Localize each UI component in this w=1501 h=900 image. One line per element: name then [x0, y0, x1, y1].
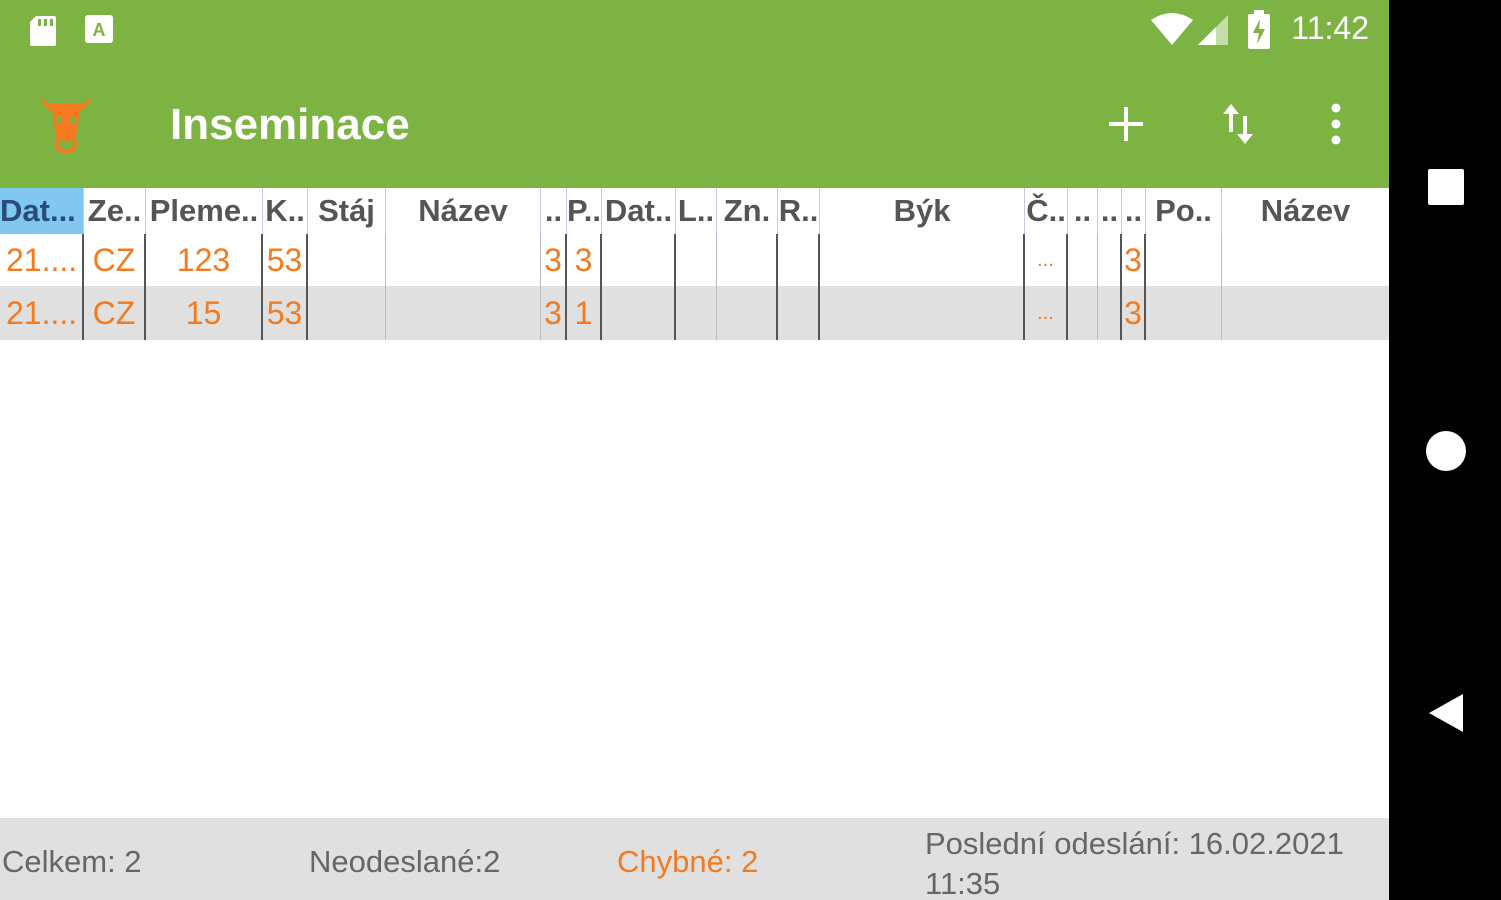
table-cell [1098, 234, 1122, 286]
table-cell: 15 [146, 286, 263, 340]
header-cell[interactable]: .. [541, 188, 567, 234]
recents-button[interactable] [1419, 160, 1473, 214]
table-cell: 3 [541, 234, 567, 286]
svg-text:A: A [93, 20, 106, 40]
table-cell: CZ [84, 286, 146, 340]
recents-square-icon [1428, 169, 1464, 205]
unsent-count: Neodeslané:2 [309, 844, 501, 879]
table-cell [386, 234, 541, 286]
header-cell[interactable]: K.. [263, 188, 308, 234]
header-cell[interactable]: .. [1068, 188, 1098, 234]
table-cell: 1 [567, 286, 602, 340]
page-title: Inseminace [170, 100, 410, 149]
summary-footer: Celkem: 2 Neodeslané:2 Chybné: 2 Posledn… [0, 818, 1389, 900]
table-cell [1146, 234, 1222, 286]
home-button[interactable] [1419, 424, 1473, 478]
table-cell: 3 [1122, 286, 1146, 340]
table-cell: 21.... [0, 234, 84, 286]
last-sent-time: 11:35 [925, 866, 1001, 900]
status-bar: A 11:42 [0, 0, 1389, 62]
table-cell [1068, 286, 1098, 340]
table-cell [1146, 286, 1222, 340]
header-cell[interactable]: L.. [676, 188, 717, 234]
a-notification-icon: A [84, 14, 114, 49]
table-cell [1068, 234, 1098, 286]
header-cell[interactable]: .. [1122, 188, 1146, 234]
header-cell[interactable]: Č.. [1025, 188, 1068, 234]
table-cell [717, 286, 778, 340]
add-icon [1109, 107, 1143, 141]
table-cell: CZ [84, 234, 146, 286]
table-cell [308, 234, 386, 286]
app-bar: Inseminace [0, 62, 1389, 188]
table-cell [1098, 286, 1122, 340]
header-cell[interactable]: Býk [820, 188, 1025, 234]
table-cell: 3 [1122, 234, 1146, 286]
table-cell: 53 [263, 286, 308, 340]
header-cell[interactable]: Zn. [717, 188, 778, 234]
table-cell: 3 [541, 286, 567, 340]
table-cell [602, 286, 676, 340]
signal-icon [1196, 14, 1230, 51]
header-cell[interactable]: Pleme.. [146, 188, 263, 234]
more-options-button[interactable] [1308, 92, 1364, 156]
table-cell: ... [1025, 234, 1068, 286]
table-cell [676, 234, 717, 286]
more-vert-icon [1331, 103, 1341, 145]
table-cell [820, 286, 1025, 340]
sort-button[interactable] [1210, 92, 1266, 156]
status-time: 11:42 [1291, 10, 1369, 46]
header-cell[interactable]: Dat... [0, 188, 84, 234]
header-cell[interactable]: Stáj [308, 188, 386, 234]
table-cell [778, 234, 820, 286]
wifi-icon [1150, 12, 1194, 51]
app-screen: A 11:42 Inseminace Dat... Ze.. Pleme.. K… [0, 0, 1389, 900]
header-cell[interactable]: Název [386, 188, 541, 234]
add-button[interactable] [1098, 92, 1154, 156]
header-cell[interactable]: Název [1222, 188, 1389, 234]
table-cell [1222, 234, 1389, 286]
header-cell[interactable]: Dat.. [602, 188, 676, 234]
data-table: Dat... Ze.. Pleme.. K.. Stáj Název .. P.… [0, 188, 1389, 340]
header-cell[interactable]: .. [1098, 188, 1122, 234]
table-cell: 21.... [0, 286, 84, 340]
table-cell [1222, 286, 1389, 340]
back-triangle-icon [1429, 694, 1463, 732]
bull-head-icon [36, 92, 96, 156]
battery-charging-icon [1246, 10, 1272, 55]
table-cell [820, 234, 1025, 286]
back-button[interactable] [1419, 686, 1473, 740]
sd-card-icon [28, 14, 58, 51]
table-cell [308, 286, 386, 340]
table-cell: 123 [146, 234, 263, 286]
home-circle-icon [1426, 431, 1466, 471]
navigation-bar [1389, 0, 1501, 900]
header-cell[interactable]: P.. [567, 188, 602, 234]
table-cell [778, 286, 820, 340]
header-cell[interactable]: Po.. [1146, 188, 1222, 234]
table-cell [386, 286, 541, 340]
table-cell [676, 286, 717, 340]
table-row[interactable]: 21.... CZ 15 53 3 1 ... 3 [0, 286, 1389, 340]
total-count: Celkem: 2 [2, 844, 142, 879]
last-sent-date: Poslední odeslání: 16.02.2021 [925, 826, 1344, 861]
table-cell [602, 234, 676, 286]
header-cell[interactable]: R.. [778, 188, 820, 234]
table-row[interactable]: 21.... CZ 123 53 3 3 ... 3 [0, 234, 1389, 286]
sort-icon [1223, 104, 1253, 144]
error-count[interactable]: Chybné: 2 [617, 844, 758, 880]
table-cell [717, 234, 778, 286]
table-cell: 3 [567, 234, 602, 286]
table-cell: ... [1025, 286, 1068, 340]
header-cell[interactable]: Ze.. [84, 188, 146, 234]
table-cell: 53 [263, 234, 308, 286]
table-header: Dat... Ze.. Pleme.. K.. Stáj Název .. P.… [0, 188, 1389, 234]
last-sent: Poslední odeslání: 16.02.2021 11:35 [925, 824, 1344, 900]
